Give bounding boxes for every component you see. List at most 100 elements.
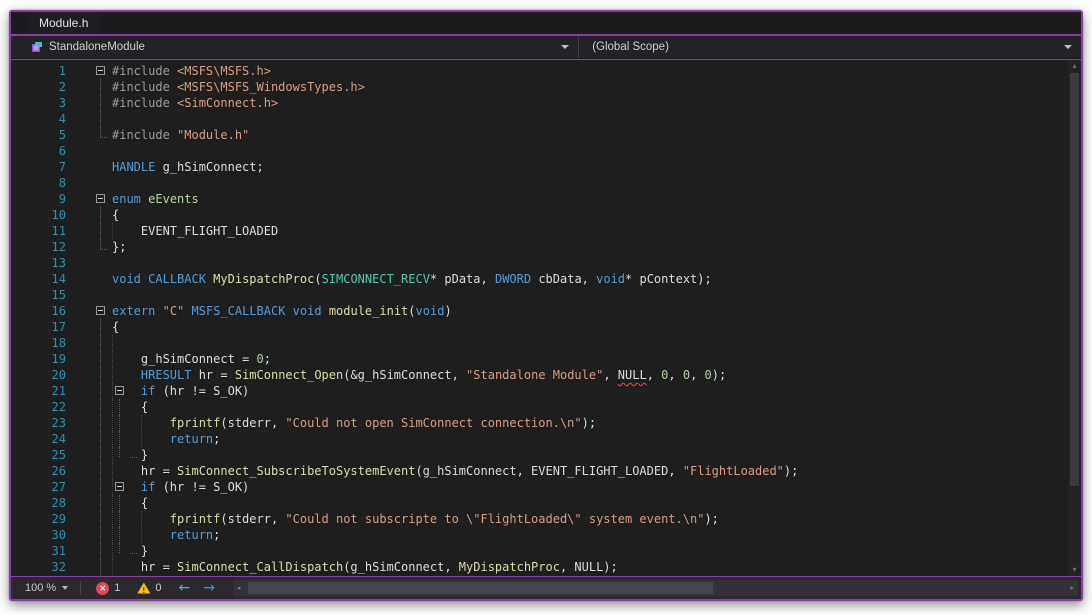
line-number[interactable]: 14 [11, 271, 71, 287]
navigate-forward-button[interactable]: → [203, 581, 215, 595]
code-line[interactable]: 13 [11, 255, 1081, 271]
fold-toggle-button[interactable] [71, 63, 109, 79]
vertical-scrollbar-thumb[interactable] [1070, 73, 1079, 486]
code-text: #include <SimConnect.h> [109, 95, 1081, 111]
line-number[interactable]: 23 [11, 415, 71, 431]
code-line[interactable]: 31 } [11, 543, 1081, 559]
code-line[interactable]: 9enum eEvents [11, 191, 1081, 207]
scroll-right-icon[interactable]: ▸ [1066, 584, 1078, 592]
code-token [155, 304, 162, 318]
code-line[interactable]: 19 g_hSimConnect = 0; [11, 351, 1081, 367]
code-token: ; [213, 432, 220, 446]
line-number[interactable]: 19 [11, 351, 71, 367]
code-token: (g_hSimConnect, EVENT_FLIGHT_LOADED, [415, 464, 682, 478]
project-dropdown[interactable]: StandaloneModule [11, 36, 579, 58]
code-area[interactable]: 1#include <MSFS\MSFS.h>2#include <MSFS\M… [11, 60, 1081, 576]
line-number[interactable]: 20 [11, 367, 71, 383]
code-line[interactable]: 27 if (hr != S_OK) [11, 479, 1081, 495]
warning-indicator[interactable]: ! 0 [137, 582, 161, 594]
code-line[interactable]: 28 { [11, 495, 1081, 511]
code-line[interactable]: 3 #include <SimConnect.h> [11, 95, 1081, 111]
line-number[interactable]: 15 [11, 287, 71, 303]
line-number[interactable]: 2 [11, 79, 71, 95]
line-number[interactable]: 28 [11, 495, 71, 511]
chevron-down-icon [62, 586, 68, 590]
tab-module-h[interactable]: Module.h [27, 12, 100, 34]
line-number[interactable]: 31 [11, 543, 71, 559]
line-number[interactable]: 5 [11, 127, 71, 143]
line-number[interactable]: 16 [11, 303, 71, 319]
vertical-scrollbar[interactable]: ▴ ▾ [1068, 60, 1081, 576]
code-token: return [170, 528, 213, 542]
line-number[interactable]: 22 [11, 399, 71, 415]
line-number[interactable]: 3 [11, 95, 71, 111]
code-line[interactable]: 26 hr = SimConnect_SubscribeToSystemEven… [11, 463, 1081, 479]
line-number[interactable]: 11 [11, 223, 71, 239]
scope-dropdown[interactable]: (Global Scope) [579, 36, 1081, 58]
editor[interactable]: 1#include <MSFS\MSFS.h>2#include <MSFS\M… [11, 60, 1081, 576]
line-number[interactable]: 25 [11, 447, 71, 463]
fold-toggle-button[interactable] [71, 303, 109, 319]
indent-guide [112, 511, 113, 527]
code-line[interactable]: 15 [11, 287, 1081, 303]
line-number[interactable]: 29 [11, 511, 71, 527]
code-line[interactable]: 30 return; [11, 527, 1081, 543]
navigate-back-button[interactable]: ← [178, 581, 190, 595]
code-token: <SimConnect.h> [177, 96, 278, 110]
line-number[interactable]: 18 [11, 335, 71, 351]
line-number[interactable]: 8 [11, 175, 71, 191]
code-line[interactable]: 32 hr = SimConnect_CallDispatch(g_hSimCo… [11, 559, 1081, 575]
line-number[interactable]: 30 [11, 527, 71, 543]
code-line[interactable]: 29 fprintf(stderr, "Could not subscripte… [11, 511, 1081, 527]
line-number[interactable]: 6 [11, 143, 71, 159]
indent-guide [141, 415, 142, 431]
line-number[interactable]: 4 [11, 111, 71, 127]
scroll-left-icon[interactable]: ◂ [233, 584, 245, 592]
code-line[interactable]: 25 } [11, 447, 1081, 463]
code-line[interactable]: 14void CALLBACK MyDispatchProc(SIMCONNEC… [11, 271, 1081, 287]
code-line[interactable]: 10{ [11, 207, 1081, 223]
horizontal-scrollbar-thumb[interactable] [248, 582, 713, 594]
line-number[interactable]: 32 [11, 559, 71, 575]
code-line[interactable]: 23 fprintf(stderr, "Could not open SimCo… [11, 415, 1081, 431]
line-number[interactable]: 9 [11, 191, 71, 207]
code-line[interactable]: 16extern "C" MSFS_CALLBACK void module_i… [11, 303, 1081, 319]
line-number[interactable]: 13 [11, 255, 71, 271]
line-number[interactable]: 7 [11, 159, 71, 175]
code-line[interactable]: 2#include <MSFS\MSFS_WindowsTypes.h> [11, 79, 1081, 95]
code-line[interactable]: 24 return; [11, 431, 1081, 447]
code-line[interactable]: 8 [11, 175, 1081, 191]
code-line[interactable]: 22 { [11, 399, 1081, 415]
code-line[interactable]: 18 [11, 335, 1081, 351]
code-line[interactable]: 11 EVENT_FLIGHT_LOADED [11, 223, 1081, 239]
outline-margin [71, 511, 109, 527]
zoom-control[interactable]: 100 % [25, 582, 68, 594]
line-number[interactable]: 21 [11, 383, 71, 399]
code-line[interactable]: 6 [11, 143, 1081, 159]
code-token: eEvents [148, 192, 199, 206]
line-number[interactable]: 17 [11, 319, 71, 335]
horizontal-scrollbar[interactable]: ◂ ▸ [233, 580, 1078, 596]
scroll-up-icon[interactable]: ▴ [1068, 60, 1081, 72]
fold-toggle-button[interactable] [115, 386, 124, 395]
code-line[interactable]: 1#include <MSFS\MSFS.h> [11, 63, 1081, 79]
error-indicator[interactable]: ✕ 1 [96, 582, 120, 595]
code-line[interactable]: 17{ [11, 319, 1081, 335]
code-line[interactable]: 7HANDLE g_hSimConnect; [11, 159, 1081, 175]
code-line[interactable]: 4 [11, 111, 1081, 127]
code-line[interactable]: 5#include "Module.h" [11, 127, 1081, 143]
fold-toggle-button[interactable] [115, 482, 124, 491]
line-number[interactable]: 1 [11, 63, 71, 79]
line-number[interactable]: 26 [11, 463, 71, 479]
line-number[interactable]: 10 [11, 207, 71, 223]
scroll-down-icon[interactable]: ▾ [1068, 564, 1081, 576]
code-line[interactable]: 20 HRESULT hr = SimConnect_Open(&g_hSimC… [11, 367, 1081, 383]
line-number[interactable]: 27 [11, 479, 71, 495]
line-number[interactable]: 12 [11, 239, 71, 255]
code-text: if (hr != S_OK) [109, 383, 1081, 399]
outline-margin [71, 463, 109, 479]
line-number[interactable]: 24 [11, 431, 71, 447]
fold-toggle-button[interactable] [71, 191, 109, 207]
code-line[interactable]: 21 if (hr != S_OK) [11, 383, 1081, 399]
code-line[interactable]: 12}; [11, 239, 1081, 255]
